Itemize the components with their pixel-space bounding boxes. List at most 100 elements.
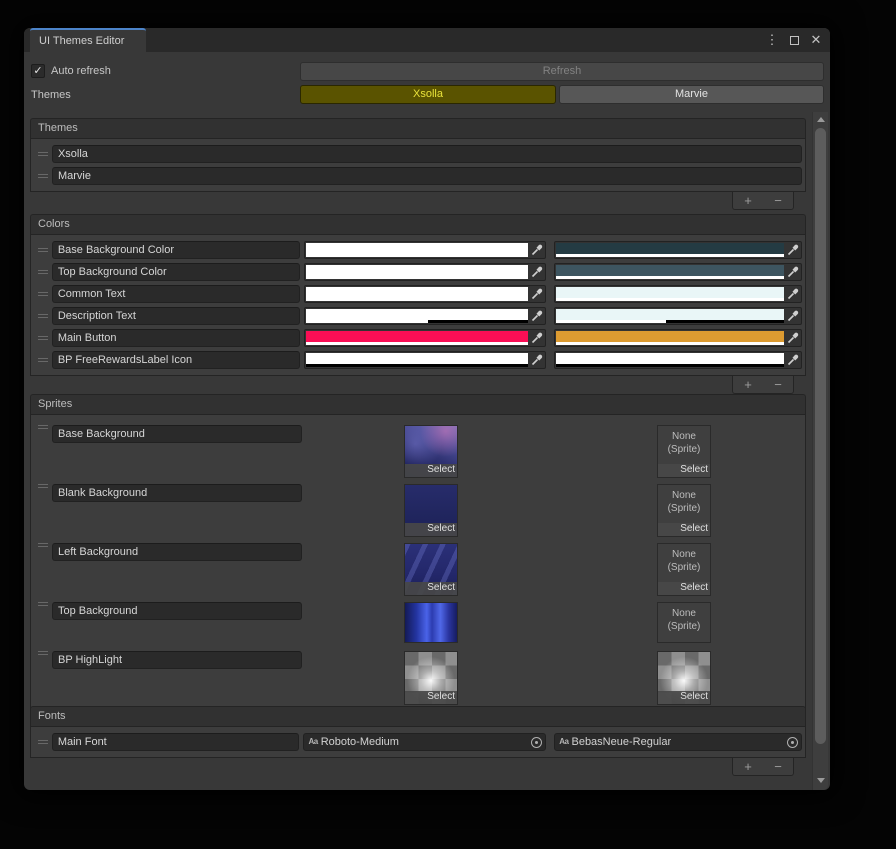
color-field-left[interactable] (304, 329, 547, 347)
color-field-right[interactable] (554, 285, 802, 303)
sprite-select-button[interactable]: Select (658, 464, 710, 477)
sprite-picker-none[interactable]: None(Sprite) (657, 602, 711, 643)
drag-handle-icon[interactable] (34, 152, 52, 156)
add-font-button[interactable]: + (738, 760, 758, 774)
sprite-picker-left-background[interactable]: Select (404, 543, 458, 596)
color-name-input[interactable]: Description Text (52, 307, 300, 325)
drag-handle-icon[interactable] (34, 484, 52, 488)
color-field-left[interactable] (304, 351, 547, 369)
sprite-name-input[interactable]: Base Background (52, 425, 302, 443)
theme-button-xsolla[interactable]: Xsolla (300, 85, 556, 104)
sprite-select-button[interactable]: Select (405, 464, 457, 477)
color-field-left[interactable] (304, 263, 547, 281)
sprite-picker-base-background[interactable]: Select (404, 425, 458, 478)
eyedropper-icon[interactable] (785, 308, 801, 324)
eyedropper-icon[interactable] (529, 352, 545, 368)
object-picker-icon[interactable] (787, 737, 798, 748)
eyedropper-icon[interactable] (785, 242, 801, 258)
color-name-input[interactable]: Base Background Color (52, 241, 300, 259)
scroll-down-icon[interactable] (817, 778, 825, 783)
auto-refresh-checkbox[interactable]: ✓ (31, 64, 45, 78)
eyedropper-icon[interactable] (785, 286, 801, 302)
drag-handle-icon[interactable] (34, 543, 52, 547)
remove-font-button[interactable]: − (768, 760, 788, 774)
drag-handle-icon[interactable] (34, 270, 52, 274)
close-icon[interactable]: ✕ (808, 32, 824, 48)
sprite-name-input[interactable]: BP HighLight (52, 651, 302, 669)
eyedropper-icon[interactable] (529, 286, 545, 302)
drag-handle-icon[interactable] (34, 358, 52, 362)
color-name-input[interactable]: Common Text (52, 285, 300, 303)
eyedropper-icon[interactable] (529, 242, 545, 258)
sprite-name-input[interactable]: Left Background (52, 543, 302, 561)
theme-button-marvie[interactable]: Marvie (559, 85, 824, 104)
add-color-button[interactable]: + (738, 378, 758, 392)
color-field-left[interactable] (304, 241, 547, 259)
sprite-picker-none[interactable]: None(Sprite) Select (657, 543, 711, 596)
sprite-select-button[interactable]: Select (405, 523, 457, 536)
color-field-right[interactable] (554, 329, 802, 347)
color-field-left[interactable] (304, 285, 547, 303)
scroll-up-icon[interactable] (817, 117, 825, 122)
sprite-picker-none[interactable]: None(Sprite) Select (657, 484, 711, 537)
color-field-right[interactable] (554, 241, 802, 259)
eyedropper-icon[interactable] (785, 330, 801, 346)
color-row: Base Background Color (34, 240, 802, 259)
font-asset-icon: Aa (308, 737, 317, 746)
alpha-bar (556, 342, 784, 345)
sprite-select-button[interactable]: Select (658, 582, 710, 595)
tab-ui-themes-editor[interactable]: UI Themes Editor (30, 28, 146, 52)
theme-list-item[interactable]: Marvie (34, 166, 802, 185)
sprite-select-button[interactable]: Select (658, 523, 710, 536)
window-menu-icon[interactable]: ⋮ (764, 32, 780, 48)
font-name-input[interactable]: Main Font (52, 733, 300, 751)
color-name-input[interactable]: BP FreeRewardsLabel Icon (52, 351, 300, 369)
eyedropper-icon[interactable] (529, 330, 545, 346)
sprite-picker-bp-highlight[interactable]: Select (657, 651, 711, 705)
sprite-picker-bp-highlight[interactable]: Select (404, 651, 458, 705)
remove-theme-button[interactable]: − (768, 194, 788, 208)
color-field-right[interactable] (554, 263, 802, 281)
eyedropper-icon[interactable] (529, 308, 545, 324)
eyedropper-icon[interactable] (529, 264, 545, 280)
maximize-icon[interactable] (786, 32, 802, 48)
font-object-field-right[interactable]: Aa BebasNeue-Regular (554, 733, 802, 751)
eyedropper-icon[interactable] (785, 264, 801, 280)
object-picker-icon[interactable] (531, 737, 542, 748)
theme-name-input[interactable]: Xsolla (52, 145, 802, 163)
color-field-right[interactable] (554, 307, 802, 325)
theme-list-item[interactable]: Xsolla (34, 144, 802, 163)
sprite-select-button[interactable]: Select (405, 691, 457, 704)
theme-name-input[interactable]: Marvie (52, 167, 802, 185)
sprite-select-button[interactable]: Select (658, 691, 710, 704)
themes-toolbar-label: Themes (31, 86, 71, 104)
scrollbar-thumb[interactable] (815, 128, 826, 744)
drag-handle-icon[interactable] (34, 336, 52, 340)
drag-handle-icon[interactable] (34, 248, 52, 252)
vertical-scrollbar[interactable] (812, 112, 828, 790)
sprite-name-input[interactable]: Blank Background (52, 484, 302, 502)
remove-color-button[interactable]: − (768, 378, 788, 392)
sprite-select-button[interactable]: Select (405, 582, 457, 595)
drag-handle-icon[interactable] (34, 740, 52, 744)
alpha-bar (556, 364, 784, 367)
color-field-right[interactable] (554, 351, 802, 369)
refresh-button[interactable]: Refresh (300, 62, 824, 81)
sprite-name-input[interactable]: Top Background (52, 602, 302, 620)
drag-handle-icon[interactable] (34, 602, 52, 606)
color-field-left[interactable] (304, 307, 547, 325)
add-theme-button[interactable]: + (738, 194, 758, 208)
drag-handle-icon[interactable] (34, 314, 52, 318)
color-name-input[interactable]: Top Background Color (52, 263, 300, 281)
color-name-input[interactable]: Main Button (52, 329, 300, 347)
sprite-picker-none[interactable]: None(Sprite) Select (657, 425, 711, 478)
drag-handle-icon[interactable] (34, 292, 52, 296)
sprite-picker-top-background[interactable] (404, 602, 458, 643)
alpha-bar (306, 276, 529, 279)
sprite-picker-blank-background[interactable]: Select (404, 484, 458, 537)
eyedropper-icon[interactable] (785, 352, 801, 368)
drag-handle-icon[interactable] (34, 174, 52, 178)
drag-handle-icon[interactable] (34, 651, 52, 655)
drag-handle-icon[interactable] (34, 425, 52, 429)
font-object-field-left[interactable]: Aa Roboto-Medium (303, 733, 546, 751)
